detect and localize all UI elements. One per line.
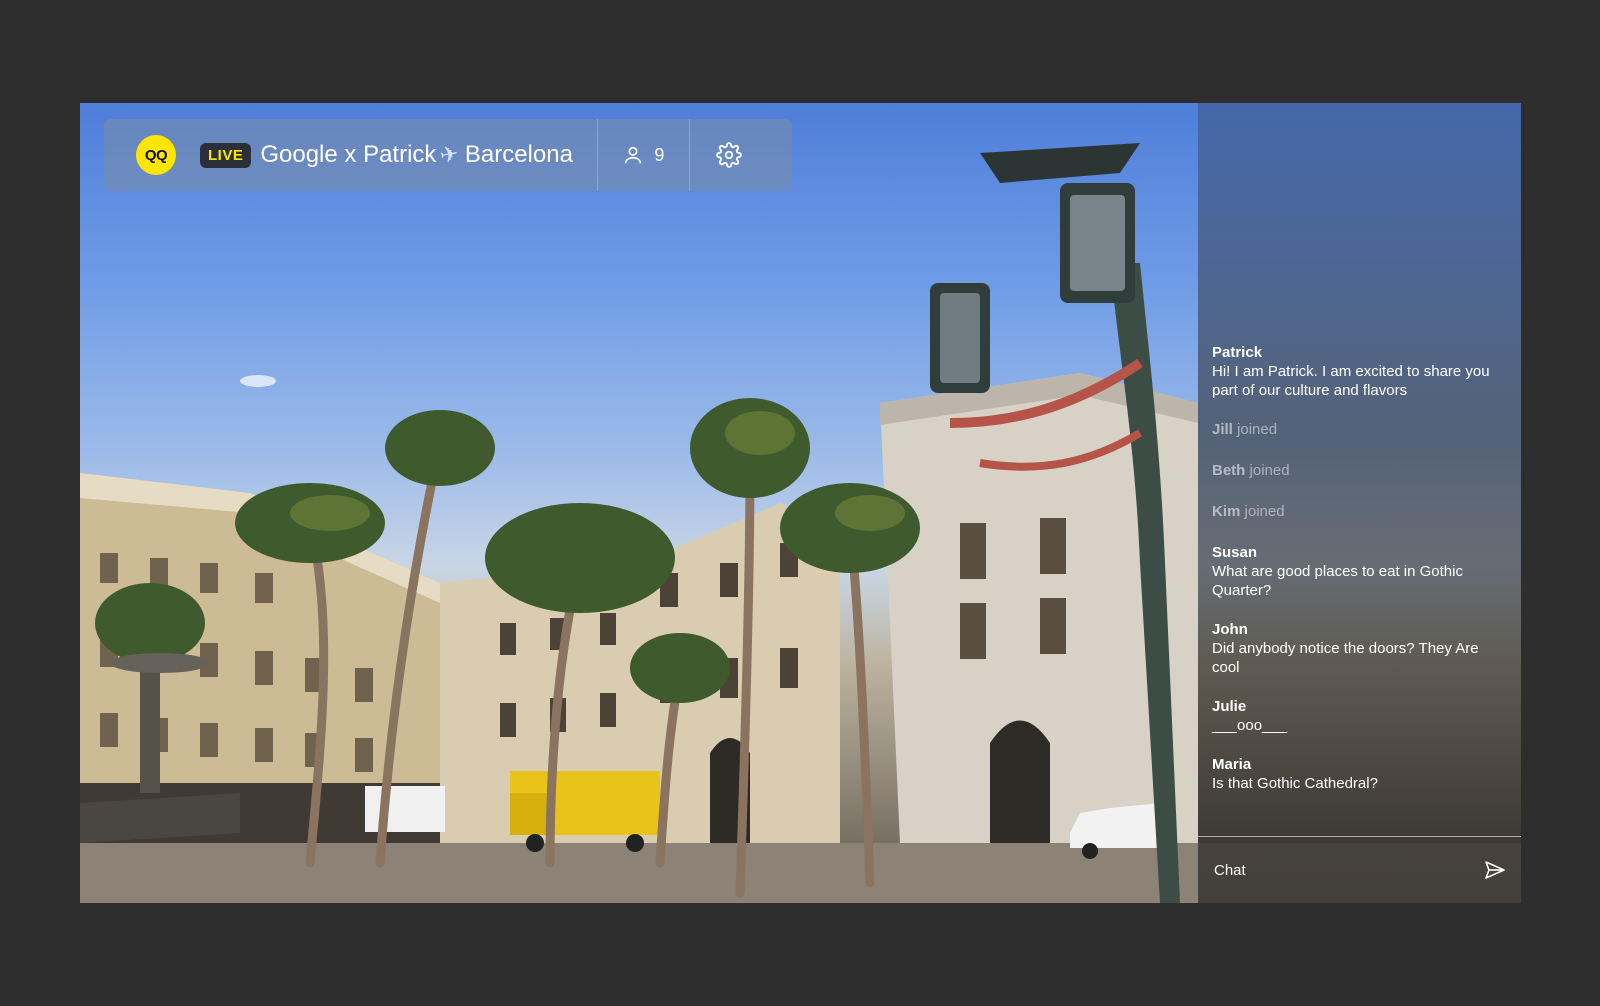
join-notice: Beth joined [1212, 461, 1508, 480]
chat-message: Patrick Hi! I am Patrick. I am excited t… [1212, 343, 1508, 400]
message-author: Susan [1212, 544, 1258, 561]
stream-title-location: Barcelona [464, 141, 573, 168]
message-text: Is that Gothic Cathedral? [1212, 775, 1378, 792]
message-author: John [1212, 621, 1248, 638]
join-user: Kim [1212, 503, 1241, 520]
stream-header: QQ LIVE Google x Patrick✈ Barcelona 9 [104, 119, 792, 191]
stream-title-host: Google x Patrick [260, 141, 437, 168]
chat-message: Julie ___ooo___ [1212, 697, 1508, 735]
message-text: ___ooo___ [1212, 717, 1288, 734]
chat-input[interactable] [1212, 860, 1456, 880]
join-user: Jill [1212, 421, 1233, 438]
chat-input-bar [1198, 836, 1521, 903]
message-text: What are good places to eat in Gothic Qu… [1212, 563, 1463, 599]
viewer-count: 9 [654, 144, 665, 165]
chat-message: Maria Is that Gothic Cathedral? [1212, 755, 1508, 793]
airplane-icon: ✈ [438, 140, 461, 169]
message-author: Maria [1212, 756, 1252, 773]
gear-icon [716, 142, 742, 168]
settings-button[interactable] [688, 119, 768, 191]
join-user: Beth [1212, 462, 1246, 479]
app-logo[interactable]: QQ [136, 135, 176, 175]
live-badge: LIVE [200, 142, 252, 168]
join-notice: Jill joined [1212, 420, 1508, 439]
message-author: Julie [1212, 698, 1247, 715]
video-player[interactable]: QQ LIVE Google x Patrick✈ Barcelona 9 Pat… [80, 103, 1521, 903]
message-author: Patrick [1212, 344, 1263, 361]
message-text: Hi! I am Patrick. I am excited to share … [1212, 363, 1490, 399]
send-icon[interactable] [1483, 858, 1507, 882]
chat-message: Susan What are good places to eat in Got… [1212, 543, 1508, 600]
stream-title: Google x Patrick✈ Barcelona [260, 141, 573, 169]
chat-message: John Did anybody notice the doors? They … [1212, 620, 1508, 677]
viewer-count-button[interactable]: 9 [596, 119, 689, 191]
message-text: Did anybody notice the doors? They Are c… [1212, 640, 1479, 676]
chat-panel: Patrick Hi! I am Patrick. I am excited t… [1198, 103, 1521, 903]
join-verb: joined [1244, 503, 1285, 520]
join-notice: Kim joined [1212, 502, 1508, 521]
join-verb: joined [1237, 421, 1278, 438]
chat-messages: Patrick Hi! I am Patrick. I am excited t… [1212, 343, 1508, 813]
person-icon [625, 146, 642, 164]
join-verb: joined [1249, 462, 1290, 479]
